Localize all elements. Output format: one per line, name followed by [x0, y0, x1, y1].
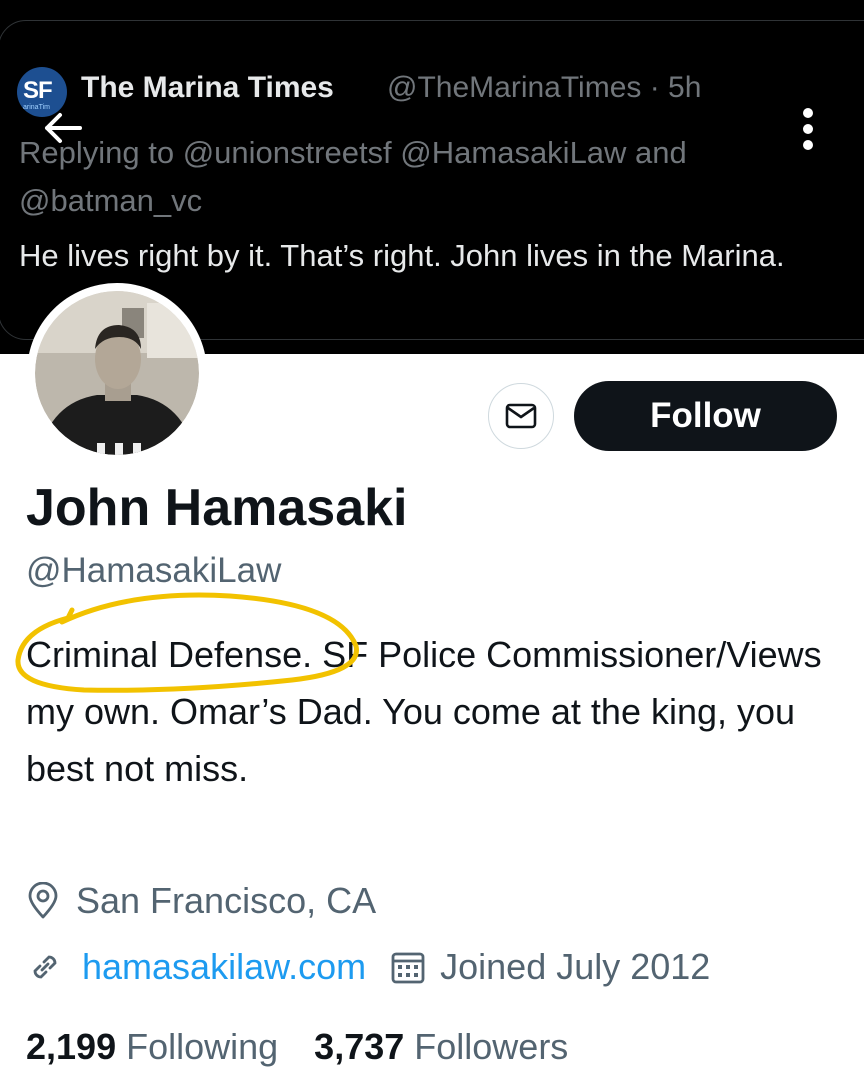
display-name: John Hamasaki [26, 479, 408, 537]
back-button[interactable] [34, 106, 90, 150]
arrow-left-icon [45, 113, 82, 143]
quoted-tweet-avatar-logo: SF [23, 77, 53, 104]
quoted-tweet-reply-line: Replying to @unionstreetsf @HamasakiLaw … [19, 135, 687, 218]
followers-stat-link[interactable]: 3,737 Followers [314, 1026, 568, 1068]
profile-joined-date: Joined July 2012 [440, 946, 711, 987]
link-icon [33, 955, 57, 979]
profile-photo [29, 285, 205, 461]
quoted-tweet-author-name: The Marina Times [81, 71, 334, 104]
profile-website-row: hamasakilaw.com Joined July 2012 [26, 946, 710, 988]
envelope-icon [505, 403, 537, 429]
follow-button[interactable]: Follow [574, 381, 837, 451]
quoted-tweet-author-meta: @TheMarinaTimes · 5h [387, 71, 702, 104]
following-label: Following [126, 1026, 279, 1067]
profile-location-row: San Francisco, CA [26, 880, 376, 922]
profile-avatar[interactable] [27, 283, 207, 463]
calendar-icon [391, 952, 425, 984]
profile-handle: @HamasakiLaw [26, 551, 282, 590]
profile-stats: 2,199 Following 3,737 Followers [26, 1026, 568, 1068]
profile-bio: Criminal Defense. SF Police Commissioner… [26, 634, 822, 789]
following-stat-link[interactable]: 2,199 Following [26, 1026, 278, 1068]
profile-location: San Francisco, CA [76, 880, 377, 921]
profile-website-link[interactable]: hamasakilaw.com [82, 946, 366, 988]
message-button[interactable] [488, 383, 554, 449]
following-count: 2,199 [26, 1026, 117, 1067]
location-pin-icon [28, 882, 58, 919]
quoted-tweet-text: He lives right by it. That’s right. John… [19, 238, 785, 273]
more-vertical-icon [803, 108, 813, 150]
followers-label: Followers [414, 1026, 569, 1067]
more-options-button[interactable] [788, 104, 828, 154]
followers-count: 3,737 [314, 1026, 405, 1067]
